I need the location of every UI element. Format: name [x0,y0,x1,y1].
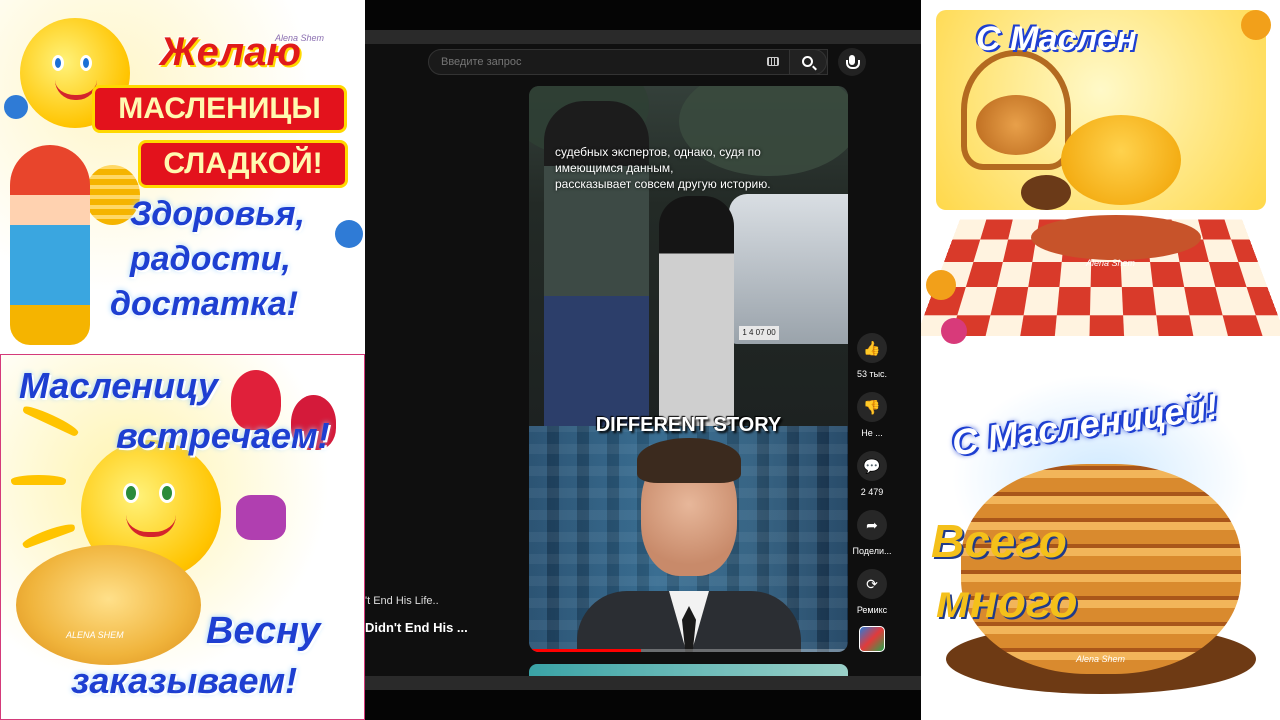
sun-ray [11,475,66,485]
flower-icon [941,318,967,344]
microphone-icon [846,55,860,69]
sweet-banner: СЛАДКОЙ! [138,140,348,188]
sun-ray [20,520,77,550]
flower-icon [4,95,28,119]
doll-icon [10,145,90,345]
signature: Alena Shem [275,33,325,43]
pancake-stack-icon [1061,115,1181,205]
postcard-bottom-left: Масленицу встречаем! Весну заказываем! A… [0,354,365,720]
order-text: заказываем! [71,660,298,701]
greeting-title: С Маслен [976,20,1137,58]
pancake-stack-icon [961,464,1241,674]
caption-line: судебных экспертов, однако, судя по [555,145,761,159]
thumbs-down-icon[interactable]: 👎 [857,392,887,422]
search-icon [802,56,813,67]
sun-eye-right [159,483,175,503]
header-strip [365,30,921,44]
thumbs-up-icon[interactable]: 👍 [857,333,887,363]
previous-video-title-bold[interactable]: Didn't End His ... [365,620,468,635]
video-app: 't End His Life.. Didn't End His ... 1 4… [365,0,921,720]
comment-count: 2 479 [860,487,884,497]
video-progress-fill [529,649,641,652]
subtitle-caption: судебных экспертов, однако, судя по имею… [555,144,825,192]
anchor-hair [637,438,741,483]
bottom-strip [365,676,921,690]
share-action[interactable]: ➦ Подели... [847,510,897,556]
joy-text: радости, [130,240,291,278]
top-bar [365,0,921,30]
postcard-top-left: Желаю МАСЛЕНИЦЫ СЛАДКОЙ! Здоровья, радос… [0,0,365,354]
comment-icon[interactable]: 💬 [857,451,887,481]
postcard-top-right: С Маслен Alena Shem [921,0,1280,354]
caption-line: рассказывает совсем другую историю. [555,177,771,191]
share-label: Подели... [852,546,892,556]
keyboard-icon[interactable] [767,57,779,66]
pot-icon [1021,175,1071,210]
video-progress-bar[interactable] [529,649,848,652]
bow-icon [236,495,286,540]
share-icon[interactable]: ➦ [857,510,887,540]
flower-icon [335,220,363,248]
signature: Alena Shem [1076,654,1126,664]
sun-eye-left [52,55,64,71]
all-text: Всего [931,515,1067,567]
maslenitsa-banner: МАСЛЕНИЦЫ [92,85,347,133]
signature: Alena Shem [1086,258,1136,268]
sun-eye-left [123,483,139,503]
prosperity-text: достатка! [110,285,298,323]
postcard-bottom-right: С Масленицей! Всего много Alena Shem [921,354,1280,720]
remix-label: Ремикс [856,605,888,615]
remix-icon[interactable]: ⟳ [857,569,887,599]
license-plate: 1 4 07 00 [739,326,779,340]
meet-maslenitsa-text: Масленицу [19,365,218,406]
flower-icon [1241,10,1271,40]
person-woman [659,196,734,426]
sun-eye-right [80,55,92,71]
dislike-label: Не ... [861,428,883,438]
bagels-icon [976,95,1056,155]
meet-text: встречаем! [116,415,330,456]
channel-avatar[interactable] [859,626,885,652]
dislike-action[interactable]: 👎 Не ... [847,392,897,438]
video-scene-top: 1 4 07 00 судебных экспертов, однако, су… [529,86,848,426]
board-icon [1031,215,1201,260]
much-text: много [936,575,1078,627]
spring-text: Весну [206,610,321,652]
bottom-bar [365,690,921,720]
sun-ray [21,402,81,438]
comments-action[interactable]: 💬 2 479 [847,451,897,497]
next-video-preview[interactable] [529,664,848,676]
video-headline: DIFFERENT STORY [595,414,782,436]
like-action[interactable]: 👍 53 тыс. [847,333,897,379]
video-scene-bottom [529,426,848,652]
pancake-plate-icon [16,545,201,665]
signature: ALENA SHEM [66,630,124,640]
previous-video-title[interactable]: 't End His Life.. [365,595,439,607]
flower-icon [926,270,956,300]
screen: Желаю МАСЛЕНИЦЫ СЛАДКОЙ! Здоровья, радос… [0,0,1280,720]
health-text: Здоровья, [130,195,305,233]
short-video-player[interactable]: 1 4 07 00 судебных экспертов, однако, су… [529,86,848,652]
car [729,194,848,344]
remix-action[interactable]: ⟳ Ремикс [847,569,897,615]
caption-line: имеющимся данным, [555,161,674,175]
like-count: 53 тыс. [856,369,888,379]
